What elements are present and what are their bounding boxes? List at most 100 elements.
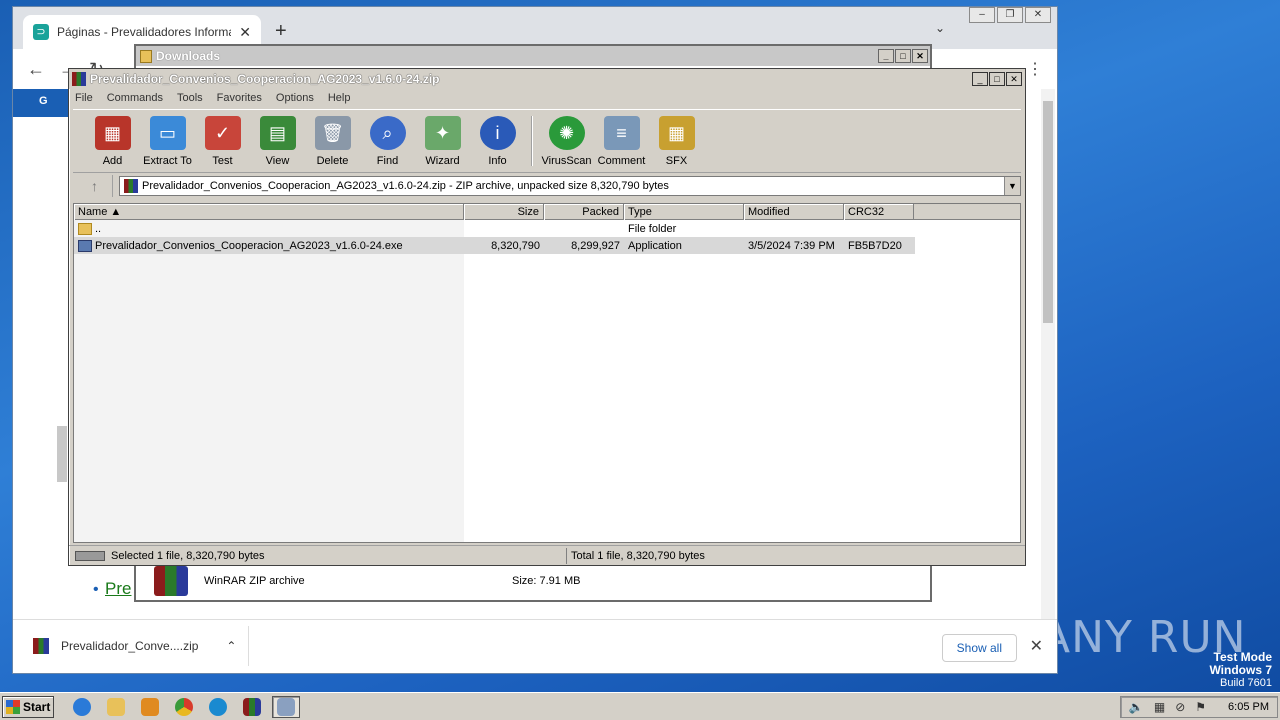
close-download-bar-icon[interactable]: ✕ (1030, 636, 1043, 656)
info-button[interactable]: i Info (470, 110, 525, 172)
view-button[interactable]: ▤ View (250, 110, 305, 172)
column-packed[interactable]: Packed (544, 204, 624, 220)
file-size: Size: 7.91 MB (512, 575, 581, 587)
chrome-taskbar-button[interactable] (170, 696, 198, 718)
minimize-button[interactable]: _ (878, 49, 894, 63)
winrar-icon (243, 697, 261, 716)
tool-label: Delete (316, 155, 349, 167)
maximize-button[interactable]: □ (989, 72, 1005, 86)
tool-label: Info (488, 155, 507, 167)
close-tab-icon[interactable]: ✕ (239, 24, 251, 41)
row-type: File folder (628, 222, 677, 235)
network-icon[interactable]: ▦ (1154, 700, 1165, 714)
sort-up-icon: ▲ (110, 206, 122, 218)
toolbar-separator (531, 116, 533, 166)
test-clipboard-icon: ✓ (204, 116, 241, 150)
edge-taskbar-button[interactable] (204, 696, 232, 718)
winrar-taskbar-button[interactable] (238, 696, 266, 718)
column-type[interactable]: Type (624, 204, 744, 220)
start-label: Start (23, 699, 51, 714)
view-book-icon: ▤ (259, 116, 296, 150)
add-archive-icon: ▦ (94, 116, 131, 150)
dropdown-arrow-icon[interactable]: ▼ (1004, 177, 1020, 195)
site-banner: G (13, 89, 75, 117)
file-explorer-icon (107, 697, 125, 716)
menu-bar: File Commands Tools Favorites Options He… (69, 89, 1025, 107)
page-scrollbar[interactable] (1041, 89, 1055, 619)
sfx-button[interactable]: ▦ SFX (649, 110, 704, 172)
find-button[interactable]: ⌕ Find (360, 110, 415, 172)
row-type: Application (628, 239, 682, 252)
up-arrow-icon[interactable]: ↑ (77, 175, 113, 197)
menu-tools[interactable]: Tools (177, 92, 203, 104)
page-link[interactable]: Pre (105, 579, 131, 599)
back-arrow-icon[interactable]: ← (27, 59, 45, 80)
file-list: Name ▲ Size Packed Type Modified CRC32 .… (73, 203, 1021, 543)
folder-up-icon (78, 222, 92, 235)
menu-commands[interactable]: Commands (107, 92, 163, 104)
minimize-button[interactable]: – (969, 7, 995, 23)
winrar-title: Prevalidador_Convenios_Cooperacion_AG202… (90, 72, 440, 86)
start-button[interactable]: Start (2, 695, 54, 718)
status-bar: Selected 1 file, 8,320,790 bytes Total 1… (69, 545, 1025, 565)
row-packed: 8,299,927 (571, 239, 620, 252)
chevron-up-icon[interactable]: ⌃ (226, 639, 236, 653)
extract-folder-icon: ▭ (149, 116, 186, 150)
wizard-button[interactable]: ✦ Wizard (415, 110, 470, 172)
new-tab-icon[interactable]: + (275, 20, 287, 43)
close-button[interactable]: ✕ (1006, 72, 1022, 86)
close-button[interactable]: ✕ (1025, 7, 1051, 23)
restore-button[interactable]: ❐ (997, 7, 1023, 23)
scroll-thumb[interactable] (1043, 101, 1053, 323)
menu-file[interactable]: File (75, 92, 93, 104)
winrar-archive-icon (154, 566, 188, 596)
add-button[interactable]: ▦ Add (85, 110, 140, 172)
menu-options[interactable]: Options (276, 92, 314, 104)
winrar-titlebar: Prevalidador_Convenios_Cooperacion_AG202… (69, 69, 1025, 89)
download-item[interactable]: Prevalidador_Conve....zip ⌃ (19, 626, 249, 666)
row-crc: FB5B7D20 (848, 239, 902, 252)
tool-label: Test (212, 155, 233, 167)
column-headers: Name ▲ Size Packed Type Modified CRC32 (74, 204, 1020, 220)
column-modified[interactable]: Modified (744, 204, 844, 220)
maximize-button[interactable]: □ (895, 49, 911, 63)
menu-favorites[interactable]: Favorites (217, 92, 262, 104)
virusscan-button[interactable]: ✺ VirusScan (539, 110, 594, 172)
delete-button[interactable]: 🗑 Delete (305, 110, 360, 172)
site-favicon-icon: ⊃ (33, 24, 49, 40)
column-name[interactable]: Name ▲ (74, 204, 464, 220)
table-row[interactable]: .. File folder (74, 220, 1020, 237)
folder-icon (140, 49, 152, 63)
close-button[interactable]: ✕ (912, 49, 928, 63)
sfx-archive-icon: ▦ (658, 116, 695, 150)
ie-taskbar-button[interactable] (68, 696, 96, 718)
action-center-flag-icon[interactable]: ⚑ (1195, 700, 1206, 714)
zip-archive-icon (124, 179, 138, 193)
media-player-taskbar-button[interactable] (136, 696, 164, 718)
status-total: Total 1 file, 8,320,790 bytes (571, 549, 705, 562)
menu-dots-icon[interactable]: ⋮ (1027, 59, 1043, 79)
archive-path-field[interactable]: Prevalidador_Convenios_Cooperacion_AG202… (119, 176, 1021, 196)
menu-help[interactable]: Help (328, 92, 351, 104)
minimize-button[interactable]: _ (972, 72, 988, 86)
show-all-button[interactable]: Show all (941, 634, 1017, 662)
column-size[interactable]: Size (464, 204, 544, 220)
explorer-taskbar-button[interactable] (102, 696, 130, 718)
windows-flag-icon (6, 699, 20, 714)
test-mode-watermark: Test Mode Windows 7 Build 7601 (1209, 651, 1272, 690)
tab-search-chevron-icon[interactable]: ⌄ (935, 21, 945, 35)
clock[interactable]: 6:05 PM (1228, 701, 1269, 713)
extract-to-button[interactable]: ▭ Extract To (140, 110, 195, 172)
row-modified: 3/5/2024 7:39 PM (748, 239, 835, 252)
active-window-taskbar-button[interactable] (272, 695, 300, 718)
table-row[interactable]: Prevalidador_Convenios_Cooperacion_AG202… (74, 237, 915, 254)
file-type: WinRAR ZIP archive (204, 575, 305, 587)
volume-icon[interactable]: 🔈 (1129, 700, 1144, 714)
test-button[interactable]: ✓ Test (195, 110, 250, 172)
status-selected: Selected 1 file, 8,320,790 bytes (111, 549, 265, 562)
comment-button[interactable]: ≡ Comment (594, 110, 649, 172)
column-crc32[interactable]: CRC32 (844, 204, 914, 220)
tab-title: Páginas - Prevalidadores Informacion (57, 25, 231, 39)
tool-label: Wizard (425, 155, 460, 167)
security-icon[interactable]: ⊘ (1175, 700, 1185, 714)
